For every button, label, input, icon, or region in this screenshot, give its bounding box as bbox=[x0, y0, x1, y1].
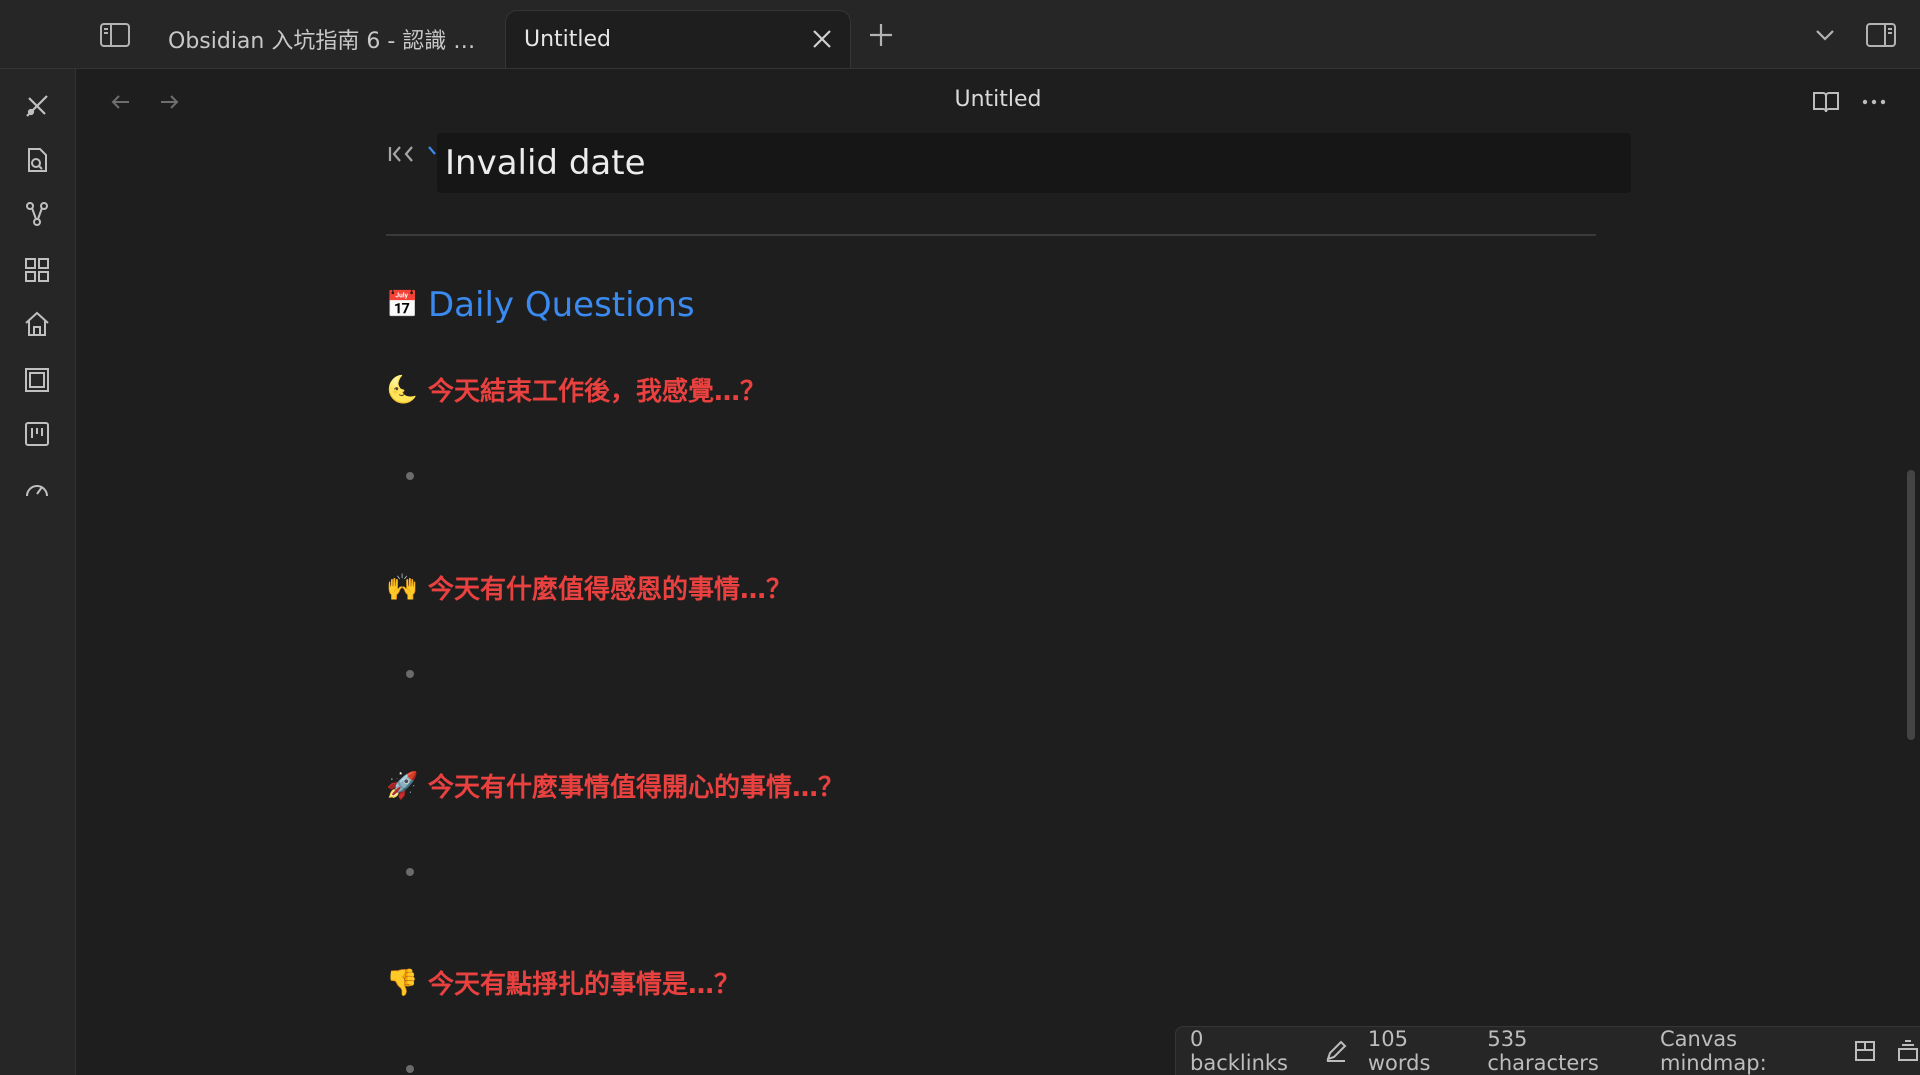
question-3: 🚀 今天有什麼事情值得開心的事情…？ bbox=[386, 767, 844, 804]
editor-scrollbar[interactable] bbox=[1907, 470, 1915, 740]
pen-tool-icon[interactable] bbox=[20, 89, 54, 123]
backlinks-count[interactable]: 0 backlinks bbox=[1190, 1027, 1304, 1075]
more-horizontal-icon[interactable] bbox=[1859, 87, 1889, 117]
sidebar-right-icon[interactable] bbox=[1864, 18, 1898, 52]
word-count: 105 words bbox=[1367, 1027, 1431, 1075]
grid-icon[interactable] bbox=[20, 253, 54, 287]
left-ribbon bbox=[0, 69, 76, 1075]
horizontal-rule bbox=[386, 234, 1596, 236]
book-open-icon[interactable] bbox=[1811, 87, 1841, 117]
pencil-icon[interactable] bbox=[1324, 1039, 1348, 1063]
thumbs-down-icon: 👎 bbox=[386, 967, 419, 998]
editor-pane[interactable]: Invalid date 📅 Daily Questions 🌜 今天結束工作後… bbox=[76, 133, 1906, 1075]
list-bullet[interactable] bbox=[406, 670, 414, 678]
title-bar: Obsidian 入坑指南 6 - 認識 … Untitled bbox=[0, 0, 1920, 69]
kanban-icon[interactable] bbox=[20, 417, 54, 451]
question-text: 今天有點掙扎的事情是…？ bbox=[428, 970, 741, 1000]
raised-hands-icon: 🙌 bbox=[386, 572, 419, 603]
graph-icon[interactable] bbox=[20, 197, 54, 231]
question-text: 今天有什麼事情值得開心的事情…？ bbox=[428, 773, 845, 803]
tab-inactive-label: Obsidian 入坑指南 6 - 認識 … bbox=[168, 29, 476, 54]
stack-icon[interactable] bbox=[1897, 1039, 1920, 1063]
question-1: 🌜 今天結束工作後，我感覺…？ bbox=[386, 371, 766, 408]
previous-day-icon[interactable] bbox=[386, 141, 420, 171]
list-bullet[interactable] bbox=[406, 1065, 414, 1073]
home-icon[interactable] bbox=[20, 307, 54, 341]
close-icon[interactable] bbox=[810, 27, 834, 51]
list-bullet[interactable] bbox=[406, 868, 414, 876]
tab-active-label: Untitled bbox=[524, 27, 612, 52]
question-text: 今天有什麼值得感恩的事情…？ bbox=[428, 575, 793, 605]
sidebar-left-icon[interactable] bbox=[98, 18, 132, 52]
file-search-icon[interactable] bbox=[20, 143, 54, 177]
question-4: 👎 今天有點掙扎的事情是…？ bbox=[386, 964, 740, 1001]
chevron-down-icon[interactable] bbox=[1810, 20, 1840, 50]
gauge-icon[interactable] bbox=[20, 473, 54, 507]
calendar-icon: 📅 bbox=[386, 290, 419, 320]
view-header: Untitled bbox=[76, 69, 1920, 133]
tab-inactive[interactable]: Obsidian 入坑指南 6 - 認識 … bbox=[150, 10, 502, 68]
question-text: 今天結束工作後，我感覺…？ bbox=[428, 377, 767, 407]
view-title: Untitled bbox=[954, 87, 1042, 112]
layers-icon[interactable] bbox=[20, 363, 54, 397]
list-bullet[interactable] bbox=[406, 472, 414, 480]
tab-active[interactable]: Untitled bbox=[505, 10, 851, 68]
layout-icon[interactable] bbox=[1854, 1039, 1877, 1063]
status-bar: 0 backlinks 105 words 535 characters Can… bbox=[1175, 1026, 1920, 1075]
question-2: 🙌 今天有什麼值得感恩的事情…？ bbox=[386, 569, 792, 606]
rocket-icon: 🚀 bbox=[386, 770, 419, 801]
heading-text: Daily Questions bbox=[428, 285, 695, 325]
moon-icon: 🌜 bbox=[386, 374, 419, 405]
character-count: 535 characters bbox=[1487, 1027, 1599, 1075]
date-output: Invalid date bbox=[437, 133, 1631, 193]
canvas-mindmap-label: Canvas mindmap: bbox=[1660, 1027, 1767, 1075]
plus-icon[interactable] bbox=[866, 20, 896, 50]
section-heading: 📅 Daily Questions bbox=[386, 285, 695, 325]
